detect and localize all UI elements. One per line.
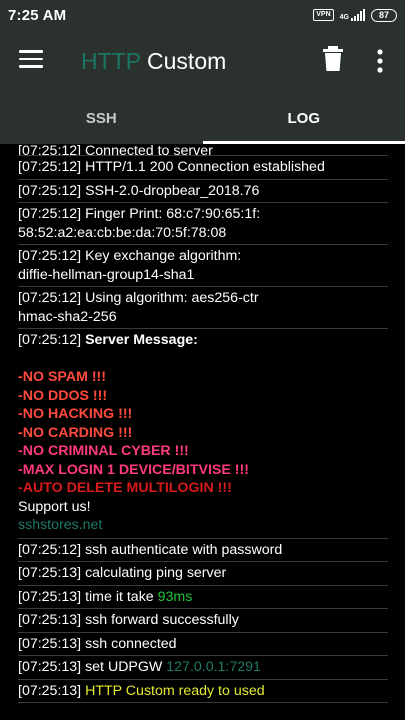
app-title-custom: Custom [147, 48, 227, 74]
server-rule: -NO DDOS !!! [18, 387, 108, 404]
log-text: ssh forward successfully [85, 612, 239, 628]
log-text-continued: diffie-hellman-group14-sha1 [18, 266, 195, 283]
log-text: [07:25:12] Connected to server [18, 144, 213, 156]
log-text: Finger Print: 68:c7:90:65:1f: [85, 206, 261, 222]
log-time: [07:25:13] [18, 682, 82, 699]
support-text: Support us! [18, 498, 91, 515]
log-time: [07:25:12] [18, 159, 82, 175]
trash-icon [323, 46, 343, 71]
log-entry: [07:25:12] ssh authenticate with passwor… [18, 539, 388, 562]
server-message-block: [07:25:12] Server Message: -NO SPAM !!! … [18, 329, 388, 539]
log-entry: [07:25:13] set UDPGW 127.0.0.1:7291 [18, 656, 388, 680]
log-time: [07:25:12] [18, 182, 82, 199]
hamburger-icon [19, 50, 43, 53]
status-time: 7:25 AM [8, 6, 67, 24]
menu-button[interactable] [19, 50, 43, 70]
server-rule: -NO CRIMINAL CYBER !!! [18, 443, 189, 459]
tab-ssh-label: SSH [85, 109, 117, 127]
log-time: [07:25:12] [18, 541, 82, 558]
vpn-badge: VPN [313, 9, 334, 21]
hamburger-icon-line [19, 57, 43, 60]
server-rule: -MAX LOGIN 1 DEVICE/BITVISE !!! [18, 461, 249, 478]
server-site-link[interactable]: sshstores.net [18, 516, 388, 535]
app-title: HTTP Custom [81, 47, 226, 75]
log-entry: [07:25:13] HTTP Custom ready to used [18, 680, 388, 703]
udpgw-address-link[interactable]: 127.0.0.1:7291 [166, 659, 261, 675]
ping-value: 93ms [157, 588, 193, 605]
log-area[interactable]: [07:25:12] Connected to server [07:25:12… [0, 144, 405, 720]
log-entry: [07:25:12] SSH-2.0-dropbear_2018.76 [18, 180, 388, 203]
delete-log-button[interactable] [322, 46, 344, 72]
log-text: set UDPGW [85, 659, 167, 675]
log-text: SSH-2.0-dropbear_2018.76 [85, 182, 260, 199]
signal-indicator: 4G [340, 9, 365, 21]
log-text: Key exchange algorithm: [85, 248, 242, 264]
network-type-label: 4G [339, 14, 349, 21]
log-time: [07:25:13] [18, 635, 82, 652]
log-text: time it take [85, 588, 158, 605]
log-entry: [07:25:12] Finger Print: 68:c7:90:65:1f:… [18, 203, 388, 245]
server-message-label: Server Message: [85, 332, 198, 348]
log-entry: [07:25:13] calculating ping server [18, 562, 388, 586]
server-message-header: [07:25:12] Server Message: [18, 331, 388, 350]
tab-bar: SSH LOG [0, 92, 405, 144]
log-time: [07:25:12] [18, 290, 82, 306]
signal-bars-icon [351, 9, 365, 21]
status-icons: VPN 4G 87 [313, 8, 397, 22]
log-time: [07:25:13] [18, 659, 82, 675]
log-text-continued: 58:52:a2:ea:cb:be:da:70:5f:78:08 [18, 224, 227, 241]
log-time: [07:25:13] [18, 565, 82, 581]
log-entry: [07:25:12] Using algorithm: aes256-ctr h… [18, 287, 388, 329]
server-rule: -NO CARDING !!! [18, 424, 133, 441]
more-vert-icon [377, 49, 383, 73]
status-bar: 7:25 AM VPN 4G 87 [0, 0, 405, 30]
log-entry: [07:25:12] Connected to server [18, 144, 388, 156]
app-title-http: HTTP [81, 48, 141, 74]
log-text: ssh connected [85, 635, 177, 652]
more-options-button[interactable] [372, 48, 388, 74]
server-rule: -NO SPAM !!! [18, 369, 106, 385]
server-rule: -AUTO DELETE MULTILOGIN !!! [18, 480, 232, 496]
log-time: [07:25:13] [18, 588, 82, 605]
log-text: HTTP/1.1 200 Connection established [85, 159, 325, 175]
log-text: ssh authenticate with password [85, 541, 283, 558]
log-text: calculating ping server [85, 565, 227, 581]
log-time: [07:25:13] [18, 612, 82, 628]
log-time: [07:25:12] [18, 206, 82, 222]
log-text-continued: hmac-sha2-256 [18, 308, 117, 325]
log-list: [07:25:12] Connected to server [07:25:12… [18, 144, 388, 703]
log-entry: [07:25:12] HTTP/1.1 200 Connection estab… [18, 156, 388, 180]
server-rule: -NO HACKING !!! [18, 406, 133, 422]
ready-status-text: HTTP Custom ready to used [85, 682, 265, 699]
tab-ssh[interactable]: SSH [0, 92, 203, 144]
log-time: [07:25:12] [18, 332, 82, 348]
tab-log[interactable]: LOG [202, 92, 405, 144]
tab-log-label: LOG [287, 109, 321, 127]
hamburger-icon-line [19, 65, 43, 68]
log-entry: [07:25:13] ssh connected [18, 633, 388, 656]
battery-icon: 87 [371, 8, 397, 22]
log-entry: [07:25:13] ssh forward successfully [18, 609, 388, 633]
log-entry: [07:25:13] time it take 93ms [18, 586, 388, 609]
app-bar: HTTP Custom [0, 30, 405, 92]
log-time: [07:25:12] [18, 248, 82, 264]
log-entry: [07:25:12] Key exchange algorithm: diffi… [18, 245, 388, 287]
log-text: Using algorithm: aes256-ctr [85, 290, 259, 306]
